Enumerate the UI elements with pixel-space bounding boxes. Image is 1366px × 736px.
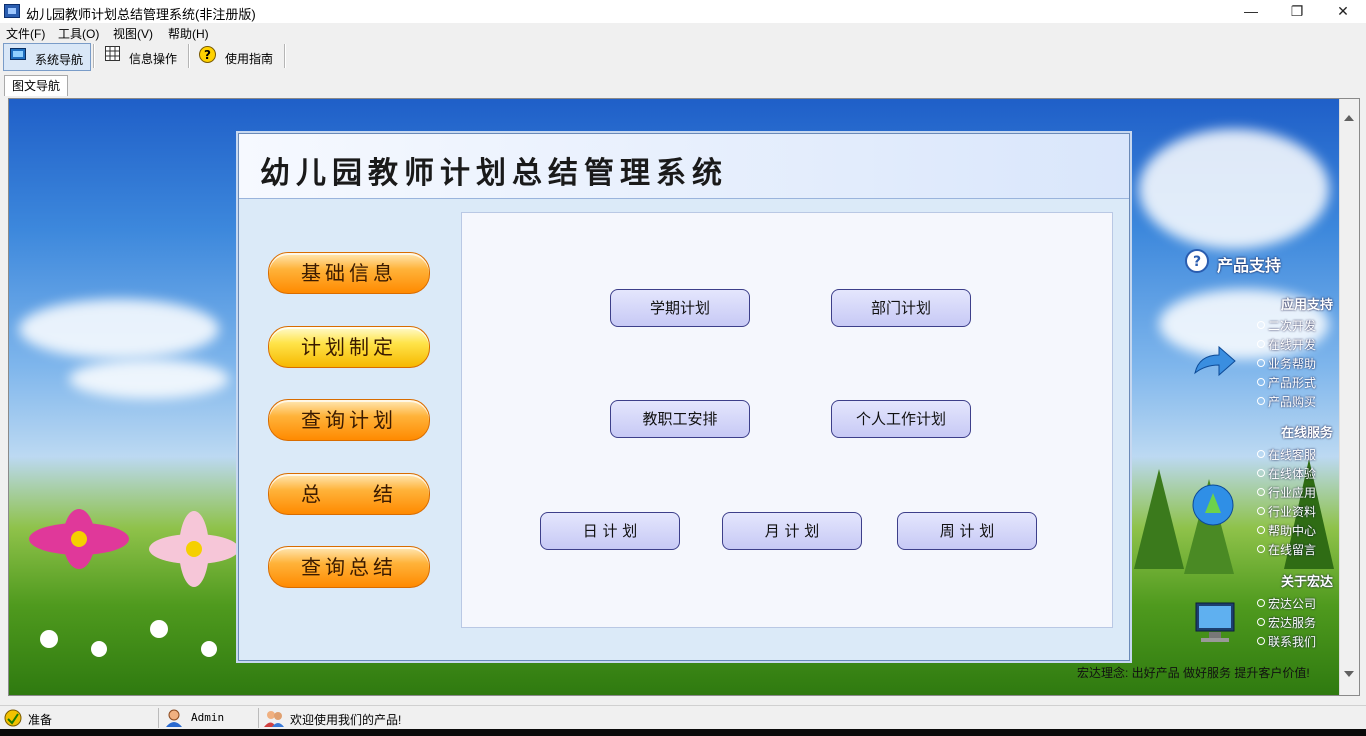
sidebar-item-secondary-dev[interactable]: 二次开发 [1257, 317, 1316, 334]
user-icon [166, 709, 182, 727]
monitor-icon [10, 48, 26, 60]
window-title: 幼儿园教师计划总结管理系统(非注册版) [26, 7, 256, 22]
sidebar-heading-online-service: 在线服务 [1281, 425, 1334, 440]
daily-plan-button[interactable]: 日 计 划 [540, 512, 680, 550]
toolbar-divider [284, 44, 286, 68]
menu-view[interactable]: 视图(V) [113, 25, 153, 42]
sidebar-item-product-form[interactable]: 产品形式 [1257, 374, 1316, 391]
tab-graphic-nav[interactable]: 图文导航 [4, 75, 68, 96]
scroll-down-icon[interactable] [1344, 671, 1354, 677]
plan-making-button[interactable]: 计划制定 [268, 326, 430, 368]
summary-button[interactable]: 总 结 [268, 473, 430, 515]
user-guide-label: 使用指南 [225, 52, 274, 66]
flowers-decoration [29, 509, 239, 657]
sidebar-heading-about: 关于宏达 [1281, 574, 1334, 589]
menu-file[interactable]: 文件(F) [6, 25, 45, 42]
sidebar-item-product-purchase[interactable]: 产品购买 [1257, 393, 1316, 410]
sidebar-item-industry-app[interactable]: 行业应用 [1257, 484, 1316, 501]
toolbar-divider [93, 44, 95, 68]
weekly-plan-button[interactable]: 周 计 划 [897, 512, 1037, 550]
system-nav-button[interactable]: 系统导航 [3, 43, 91, 71]
staff-arrangement-button[interactable]: 教职工安排 [610, 400, 750, 438]
status-bar: 准备 Admin 欢迎使用我们的产品! [0, 705, 1366, 730]
taskbar-strip [0, 729, 1366, 736]
user-guide-button[interactable]: ? 使用指南 [196, 43, 280, 69]
status-ready-icon [4, 709, 22, 727]
personal-work-plan-button[interactable]: 个人工作计划 [831, 400, 971, 438]
sidebar-item-contact[interactable]: 联系我们 [1257, 633, 1316, 650]
sidebar-item-online-message[interactable]: 在线留言 [1257, 541, 1316, 558]
query-summary-button[interactable]: 查询总结 [268, 546, 430, 588]
toolbar: 系统导航 信息操作 ? 使用指南 [0, 42, 1366, 72]
vertical-scrollbar[interactable] [1339, 99, 1359, 695]
cloud [19, 299, 219, 359]
computer-icon [1195, 602, 1235, 642]
toolbar-divider [188, 44, 190, 68]
panel-header: 幼儿园教师计划总结管理系统 [239, 134, 1129, 199]
help-circle-mark: ? [1193, 254, 1201, 270]
globe-refresh-icon [1192, 484, 1234, 526]
scroll-up-icon[interactable] [1344, 115, 1354, 121]
group-users-icon [264, 711, 284, 727]
sidebar-item-company[interactable]: 宏达公司 [1257, 595, 1316, 612]
tab-strip: 图文导航 [0, 73, 1366, 97]
menu-help[interactable]: 帮助(H) [168, 25, 209, 42]
app-icon [4, 4, 20, 18]
menu-tools[interactable]: 工具(O) [58, 25, 99, 42]
plan-area: 学期计划 部门计划 教职工安排 个人工作计划 日 计 划 月 计 划 周 计 划 [461, 212, 1113, 628]
sidebar-item-online-cs[interactable]: 在线客服 [1257, 446, 1316, 463]
system-title: 幼儿园教师计划总结管理系统 [260, 156, 728, 191]
main-panel: 幼儿园教师计划总结管理系统 基础信息 计划制定 查询计划 总 结 查询总结 学期… [238, 133, 1130, 661]
maximize-button[interactable]: ❐ [1274, 0, 1320, 23]
status-user: Admin [191, 711, 225, 724]
minimize-button[interactable]: — [1228, 0, 1274, 23]
sidebar-item-service[interactable]: 宏达服务 [1257, 614, 1316, 631]
cloud [1139, 129, 1329, 249]
sidebar-title: 产品支持 [1217, 258, 1282, 275]
title-bar: 幼儿园教师计划总结管理系统(非注册版) — ❐ ✕ [0, 0, 1366, 23]
info-ops-label: 信息操作 [129, 52, 178, 66]
arrow-icon [1194, 345, 1236, 377]
help-question-icon: ? [199, 46, 216, 63]
close-button[interactable]: ✕ [1320, 0, 1366, 23]
system-nav-label: 系统导航 [35, 53, 84, 67]
grid-icon [105, 46, 120, 61]
status-ready: 准备 [28, 713, 53, 727]
company-slogan: 宏达理念: 出好产品 做好服务 提升客户价值! [1077, 666, 1310, 680]
department-plan-button[interactable]: 部门计划 [831, 289, 971, 327]
sidebar-item-industry-data[interactable]: 行业资料 [1257, 503, 1316, 520]
status-divider [158, 708, 159, 728]
sidebar-item-help-center[interactable]: 帮助中心 [1257, 522, 1316, 539]
sidebar-item-online-trial[interactable]: 在线体验 [1257, 465, 1316, 482]
sidebar-item-online-dev[interactable]: 在线开发 [1257, 336, 1316, 353]
cloud [69, 359, 229, 399]
help-question-mark: ? [204, 48, 211, 62]
help-circle-icon: ? [1185, 249, 1209, 273]
status-welcome: 欢迎使用我们的产品! [290, 713, 402, 727]
monthly-plan-button[interactable]: 月 计 划 [722, 512, 862, 550]
query-plan-button[interactable]: 查询计划 [268, 399, 430, 441]
basic-info-button[interactable]: 基础信息 [268, 252, 430, 294]
sidebar-item-business-help[interactable]: 业务帮助 [1257, 355, 1316, 372]
info-ops-button[interactable]: 信息操作 [100, 43, 184, 69]
status-divider [258, 708, 259, 728]
menu-bar: 文件(F) 工具(O) 视图(V) 帮助(H) [0, 23, 1366, 42]
main-view: 幼儿园教师计划总结管理系统 基础信息 计划制定 查询计划 总 结 查询总结 学期… [8, 98, 1360, 696]
sidebar-heading-app-support: 应用支持 [1281, 297, 1334, 312]
semester-plan-button[interactable]: 学期计划 [610, 289, 750, 327]
